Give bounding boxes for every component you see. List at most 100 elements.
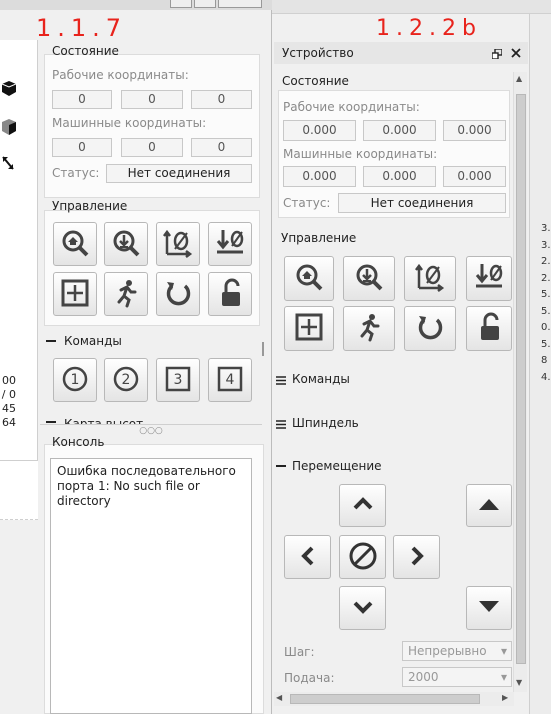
home-search-icon (294, 262, 324, 295)
stop-icon (348, 541, 378, 574)
feed-value: 2000 (408, 670, 439, 684)
cube-side-icon[interactable] (0, 118, 16, 136)
right-zero-z-button[interactable] (343, 256, 395, 301)
left-commands-title[interactable]: Команды (64, 334, 122, 348)
left-window-buttons[interactable] (170, 0, 268, 8)
chevron-up-icon (348, 489, 378, 522)
triangle-up-icon (474, 489, 504, 522)
right-machine-x: 0.000 (283, 166, 356, 187)
left-machine-x: 0 (52, 138, 112, 157)
right-machine-y: 0.000 (363, 166, 436, 187)
scroll-up-arrow[interactable]: ▲ (516, 74, 522, 83)
left-heightmap-toggle-icon[interactable] (46, 421, 56, 423)
command-button-3[interactable]: 3 (156, 358, 200, 402)
right-status-value: Нет соединения (338, 193, 506, 213)
minimize-button[interactable] (170, 0, 192, 8)
bg-num: 3. (541, 223, 551, 234)
right-window: 3. 3. 2. 2. 5. 5. 0. 5. 8 4. Устройство … (272, 0, 551, 714)
right-control-title: Управление (281, 231, 357, 245)
scroll-down-arrow[interactable]: ▼ (516, 678, 522, 687)
horizontal-scrollbar[interactable]: ◀ ▶ (274, 692, 514, 706)
unlock-button[interactable] (208, 272, 252, 316)
left-work-z: 0 (191, 90, 252, 109)
reset-button[interactable] (156, 272, 200, 316)
right-movement-toggle-icon[interactable] (276, 465, 286, 467)
scroll-left-arrow[interactable]: ◀ (276, 693, 282, 702)
jog-up-button[interactable] (339, 484, 386, 527)
cube-icon[interactable] (0, 80, 17, 96)
right-movement-title[interactable]: Перемещение (292, 459, 382, 473)
right-reset-button[interactable] (404, 306, 456, 351)
right-work-x: 0.000 (283, 120, 356, 141)
jog-stop-button[interactable] (339, 535, 386, 579)
hscroll-thumb[interactable] (290, 694, 480, 704)
command-button-2[interactable]: 2 (104, 358, 148, 402)
step-select[interactable]: Непрерывно ▾ (402, 641, 512, 661)
right-spindle-title[interactable]: Шпиндель (292, 416, 359, 430)
fit-icon[interactable] (0, 154, 16, 172)
command-button-4[interactable]: 4 (208, 358, 252, 402)
scroll-right-arrow[interactable]: ▶ (502, 693, 508, 702)
close-dock-icon[interactable] (510, 47, 522, 59)
cmd-2-label: 2 (122, 372, 131, 388)
jog-right-button[interactable] (393, 535, 440, 579)
chevron-down-icon (348, 592, 378, 625)
run-button[interactable] (104, 272, 148, 316)
refresh-icon (415, 312, 445, 345)
right-frame-button[interactable] (284, 306, 334, 351)
bg-num: 3. (541, 239, 551, 251)
close-button[interactable] (218, 0, 262, 8)
home-button[interactable] (53, 222, 97, 266)
step-dropdown-icon: ▾ (500, 644, 507, 658)
right-spindle-toggle-icon[interactable] (276, 418, 286, 429)
version-annotation-left: 1.1.7 (36, 14, 128, 42)
left-machine-y: 0 (121, 138, 183, 157)
scrollbar-thumb[interactable] (516, 94, 526, 664)
right-zero-xy-button[interactable] (404, 256, 456, 301)
vertical-scrollbar[interactable]: ▲ ▼ (513, 72, 527, 692)
float-icon[interactable] (491, 48, 503, 60)
maximize-button[interactable] (194, 0, 216, 8)
left-bottom-pane (0, 460, 38, 520)
dock-title: Устройство (282, 46, 354, 60)
left-machine-z: 0 (191, 138, 252, 157)
left-control-title: Управление (52, 199, 128, 213)
frame-button[interactable] (53, 272, 97, 316)
left-work-coords-label: Рабочие координаты: (52, 68, 189, 82)
bg-side-numbers: 3. 3. 2. 2. 5. 5. 0. 5. 8 4. (541, 221, 551, 386)
left-commands-toggle-icon[interactable] (46, 340, 56, 342)
right-home-button[interactable] (284, 256, 334, 301)
side-number: / 0 (1, 388, 16, 401)
right-top-strip (272, 0, 551, 14)
right-unlock-button[interactable] (466, 306, 512, 351)
feed-label: Подача: (284, 671, 335, 685)
right-run-button[interactable] (343, 306, 395, 351)
jog-z-up-button[interactable] (466, 484, 512, 527)
bg-num: 5. (541, 338, 551, 350)
left-state-title: Состояние (52, 44, 119, 58)
zero-z-axis-button[interactable] (208, 222, 252, 266)
left-status-value: Нет соединения (106, 164, 252, 183)
side-number: 45 (2, 402, 16, 415)
cmd-3-label: 3 (174, 372, 183, 388)
step-value: Непрерывно (408, 644, 487, 658)
bg-num: 0. (541, 322, 551, 333)
jog-down-button[interactable] (339, 586, 386, 630)
jog-z-down-button[interactable] (466, 586, 512, 630)
zero-z-button[interactable] (104, 222, 148, 266)
left-console-output[interactable]: Ошибка последовательного порта 1: No suc… (50, 458, 252, 714)
right-zero-z-axis-button[interactable] (466, 256, 512, 301)
zprobe-icon (111, 228, 141, 261)
left-commands-scroll[interactable] (262, 342, 264, 356)
console-text: Ошибка последовательного порта 1: No suc… (57, 464, 236, 508)
left-window: 00 / 0 45 64 Состояние Рабочие координат… (0, 0, 272, 714)
left-work-x: 0 (52, 90, 112, 109)
jog-left-button[interactable] (284, 535, 331, 579)
cmd-4-label: 4 (226, 372, 235, 388)
zero-xy-button[interactable] (156, 222, 200, 266)
right-commands-title[interactable]: Команды (292, 372, 350, 386)
right-commands-toggle-icon[interactable] (276, 374, 286, 385)
right-work-z: 0.000 (443, 120, 506, 141)
command-button-1[interactable]: 1 (53, 358, 97, 402)
feed-select[interactable]: 2000 ▾ (402, 667, 512, 687)
